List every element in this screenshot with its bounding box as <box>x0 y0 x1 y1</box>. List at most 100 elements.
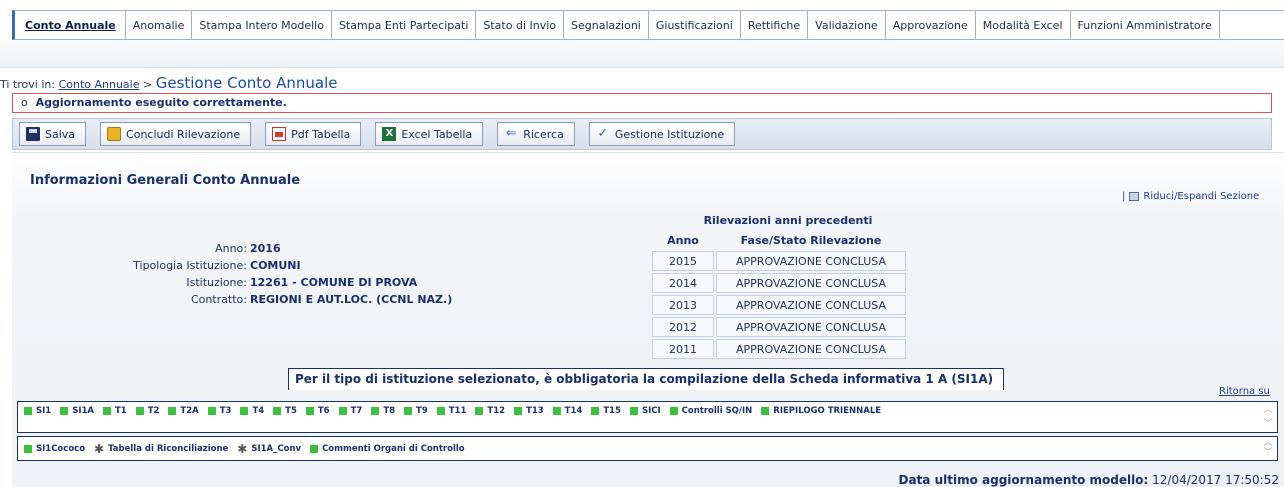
scheda-label: T3 <box>219 406 232 416</box>
scheda-link[interactable]: T7 <box>338 406 363 416</box>
back-to-top-link[interactable]: Ritorna su <box>1219 386 1270 397</box>
tab-stato-di-invio[interactable]: Stato di Invio <box>476 11 565 39</box>
tab-giustificazioni[interactable]: Giustificazioni <box>649 11 741 39</box>
scheda-link[interactable]: T4 <box>240 406 264 416</box>
scheda-link[interactable]: T6 <box>305 406 330 416</box>
scheda-link[interactable]: T9 <box>404 406 428 416</box>
scheda-link[interactable]: T5 <box>273 406 297 416</box>
status-cell: APPROVAZIONE CONCLUSA <box>716 339 906 359</box>
scheda-link[interactable]: T12 <box>475 406 505 416</box>
scheda-link[interactable]: SI1Cococo <box>24 442 85 455</box>
status-cell: APPROVAZIONE CONCLUSA <box>716 273 906 293</box>
scheda-label: T8 <box>383 406 396 416</box>
star-icon: ✱ <box>237 441 248 456</box>
status-ok-icon <box>168 407 177 415</box>
info-label: Contratto: <box>190 293 247 306</box>
status-cell: APPROVAZIONE CONCLUSA <box>716 317 906 337</box>
status-ok-icon <box>273 407 282 415</box>
collapse-section-toggle[interactable]: | Riduci/Espandi Sezione <box>1122 191 1259 202</box>
scheda-link[interactable]: T8 <box>371 406 395 416</box>
search-button-label: Ricerca <box>523 127 564 141</box>
scroll-down-icon[interactable]: ﹀ <box>1263 447 1273 459</box>
manage-institution-label: Gestione Istituzione <box>614 127 725 141</box>
info-label: Istituzione: <box>186 276 247 289</box>
scheda-label: SI1 <box>36 406 52 416</box>
info-row: Anno: 2016 <box>80 240 480 257</box>
pdf-table-button[interactable]: Pdf Tabella <box>265 122 362 146</box>
scheda-link[interactable]: ✱ Tabella di Riconciliazione <box>94 441 228 456</box>
scheda-link[interactable]: RIEPILOGO TRIENNALE <box>761 406 881 416</box>
scheda-link[interactable]: SI1 <box>24 406 51 416</box>
scheda-label: RIEPILOGO TRIENNALE <box>773 406 882 416</box>
scroll-down-icon[interactable]: ﹀ <box>1263 418 1273 430</box>
status-ok-icon <box>207 407 216 415</box>
scheda-label: T7 <box>350 406 363 416</box>
tab-stampa-intero-modello[interactable]: Stampa Intero Modello <box>192 11 332 39</box>
scheda-link[interactable]: T11 <box>436 406 466 416</box>
scheda-link[interactable]: Controlli SQ/IN <box>669 406 753 416</box>
save-button[interactable]: Salva <box>19 122 87 146</box>
table-row: 2015 APPROVAZIONE CONCLUSA <box>652 251 906 271</box>
previous-surveys-caption: Rilevazioni anni precedenti <box>703 214 873 227</box>
tab-anomalie[interactable]: Anomalie <box>126 11 193 39</box>
status-cell: APPROVAZIONE CONCLUSA <box>716 295 906 315</box>
scheda-link[interactable]: SI1A <box>60 406 94 416</box>
status-ok-icon <box>669 407 678 415</box>
excel-table-label: Excel Tabella <box>401 127 473 141</box>
scheda-label: Controlli SQ/IN <box>681 406 753 416</box>
scheda-label: T5 <box>285 406 297 416</box>
scheda-label: Commenti Organi di Controllo <box>322 443 465 454</box>
excel-table-button[interactable]: X Excel Tabella <box>375 122 484 146</box>
status-ok-icon <box>60 407 69 415</box>
message-bullet: o <box>21 96 28 109</box>
search-button[interactable]: ⇐ Ricerca <box>497 122 575 146</box>
scheda-link[interactable]: T3 <box>207 406 232 416</box>
tab-modalit-excel[interactable]: Modalità Excel <box>976 11 1071 39</box>
col-status-header: Fase/Stato Rilevazione <box>740 233 882 247</box>
info-row: Contratto: REGIONI E AUT.LOC. (CCNL NAZ.) <box>80 291 480 308</box>
toggle-separator: | <box>1122 191 1126 202</box>
excel-icon: X <box>382 127 397 141</box>
last-update: Data ultimo aggiornamento modello: 12/04… <box>899 473 1280 487</box>
scheda-link[interactable]: ✱ SI1A_Conv <box>237 441 302 456</box>
back-arrow-icon: ⇐ <box>505 126 517 141</box>
scheda-label: T1 <box>114 406 127 416</box>
scheda-link[interactable]: T13 <box>514 406 544 416</box>
section-title: Informazioni Generali Conto Annuale <box>30 173 301 188</box>
pdf-icon <box>272 127 287 141</box>
status-ok-icon <box>102 407 111 415</box>
scheda-label: SI1Cococo <box>36 443 86 454</box>
tab-conto-annuale[interactable]: Conto Annuale <box>15 11 126 39</box>
year-cell: 2013 <box>652 295 714 315</box>
status-ok-icon <box>436 407 445 415</box>
status-ok-icon <box>24 444 32 453</box>
tab-rettifiche[interactable]: Rettifiche <box>741 11 809 39</box>
manage-institution-button[interactable]: ✓ Gestione Istituzione <box>588 122 736 146</box>
last-update-label: Data ultimo aggiornamento modello: <box>898 473 1149 487</box>
top-navigation: Conto Annuale Anomalie Stampa Intero Model… <box>12 10 1284 40</box>
scheda-link[interactable]: T1 <box>102 406 127 416</box>
info-value: COMUNI <box>250 259 301 272</box>
schede-list-extra: ︿ ﹀ SI1Cococo ✱ Tabella di Riconciliazione… <box>17 436 1278 461</box>
scheda-link[interactable]: Commenti Organi di Controllo <box>310 442 465 455</box>
scheda-label: SI1A_Conv <box>251 443 302 454</box>
breadcrumb-link-conto-annuale[interactable]: Conto Annuale <box>59 78 140 91</box>
status-ok-icon <box>629 407 638 415</box>
message-text: Aggiornamento eseguito correttamente. <box>35 96 287 109</box>
table-row: 2013 APPROVAZIONE CONCLUSA <box>652 295 906 315</box>
tab-approvazione[interactable]: Approvazione <box>886 11 976 39</box>
lock-icon <box>107 127 122 141</box>
tab-funzioni-amministratore[interactable]: Funzioni Amministratore <box>1071 11 1220 39</box>
tab-validazione[interactable]: Validazione <box>808 11 886 39</box>
tab-segnalazioni[interactable]: Segnalazioni <box>564 11 649 39</box>
conclude-survey-button[interactable]: Concludi Rilevazione <box>100 122 252 146</box>
scheda-link[interactable]: T15 <box>591 406 621 416</box>
star-icon: ✱ <box>94 441 105 456</box>
tab-stampa-enti-partecipati[interactable]: Stampa Enti Partecipati <box>332 11 477 39</box>
scroll-up-icon[interactable]: ︿ <box>1263 404 1273 416</box>
scheda-link[interactable]: T2A <box>168 406 199 416</box>
scheda-link[interactable]: T2 <box>135 406 159 416</box>
scheda-link[interactable]: SICI <box>629 406 661 416</box>
scheda-link[interactable]: T14 <box>552 406 582 416</box>
info-value: 12261 - COMUNE DI PROVA <box>250 276 418 289</box>
